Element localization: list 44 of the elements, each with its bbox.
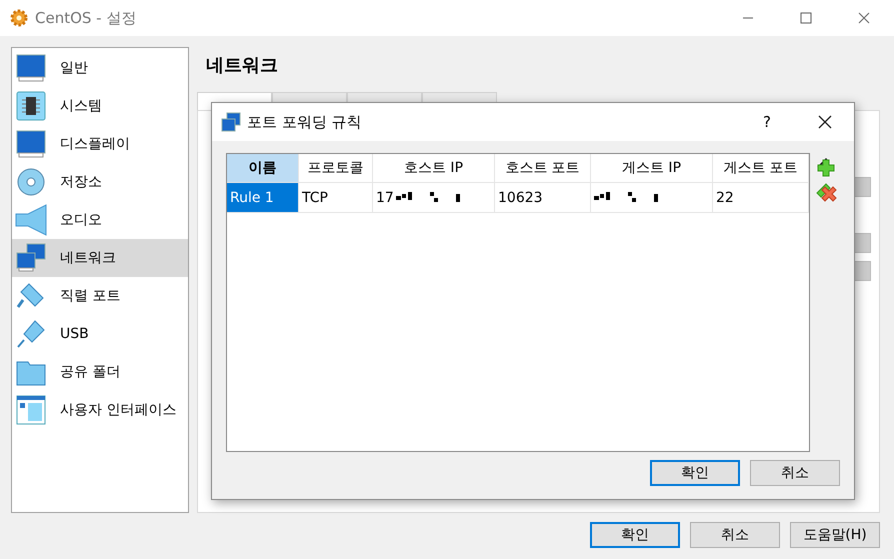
gear-icon <box>9 8 29 28</box>
sidebar-item[interactable]: 시스템 <box>12 87 188 125</box>
remove-rule-icon[interactable] <box>815 181 837 203</box>
column-header[interactable]: 이름 <box>227 154 299 182</box>
table-cell: 10623 <box>495 182 591 213</box>
dialog-button[interactable]: 취소 <box>690 522 780 548</box>
window-title: CentOS - 설정 <box>35 8 136 28</box>
table-cell: 17 <box>373 182 495 213</box>
chip-icon <box>15 90 47 122</box>
monitor-icon <box>15 128 47 160</box>
monitors-icon <box>15 242 47 274</box>
sidebar-item[interactable]: 네트워크 <box>12 239 188 277</box>
dialog-button[interactable]: 취소 <box>750 460 840 486</box>
table-cell: TCP <box>299 182 373 213</box>
disc-icon <box>15 166 47 198</box>
usb-plug-icon <box>15 318 47 350</box>
column-header[interactable]: 게스트 포트 <box>713 154 809 182</box>
sidebar-item[interactable]: 오디오 <box>12 201 188 239</box>
table-cell: 22 <box>713 182 809 213</box>
close-icon[interactable] <box>818 115 832 129</box>
section-heading: 네트워크 <box>205 54 279 78</box>
add-rule-icon[interactable] <box>815 155 837 177</box>
help-button[interactable]: ? <box>763 113 771 131</box>
monitor-icon <box>15 52 47 84</box>
column-header[interactable]: 호스트 IP <box>373 154 495 182</box>
maximize-icon[interactable] <box>800 12 812 24</box>
column-header[interactable]: 프로토콜 <box>299 154 373 182</box>
sidebar-item[interactable]: 직렬 포트 <box>12 277 188 315</box>
sidebar-item[interactable]: 사용자 인터페이스 <box>12 391 188 429</box>
speaker-icon <box>15 204 47 236</box>
dialog-title: 포트 포워딩 규칙 <box>247 112 362 132</box>
sidebar-item[interactable]: 일반 <box>12 49 188 87</box>
sidebar-item[interactable]: USB <box>12 315 188 353</box>
windows-icon <box>221 112 241 132</box>
window-icon <box>15 394 47 426</box>
dialog-button[interactable]: 확인 <box>650 460 740 486</box>
sidebar-item[interactable]: 저장소 <box>12 163 188 201</box>
table-cell: Rule 1 <box>227 182 299 213</box>
sidebar-item[interactable]: 공유 폴더 <box>12 353 188 391</box>
column-header[interactable]: 게스트 IP <box>591 154 713 182</box>
sidebar-item[interactable]: 디스플레이 <box>12 125 188 163</box>
column-header[interactable]: 호스트 포트 <box>495 154 591 182</box>
dialog-button[interactable]: 도움말(H) <box>790 522 880 548</box>
dialog-button[interactable]: 확인 <box>590 522 680 548</box>
